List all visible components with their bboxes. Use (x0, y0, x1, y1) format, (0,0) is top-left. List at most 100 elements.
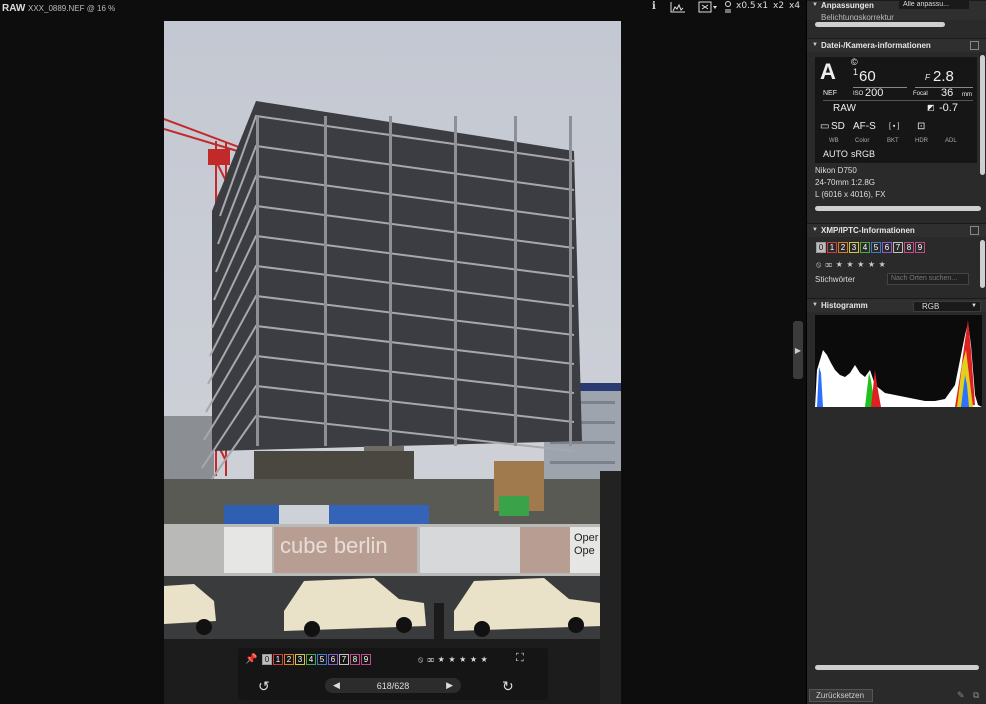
overlay-color-label-2[interactable]: 2 (284, 654, 294, 665)
panel-toggle-button[interactable]: ▶ (793, 321, 803, 379)
xmp-color-label-9[interactable]: 9 (915, 242, 925, 253)
bkt-icon: [ ▪ ] (889, 123, 900, 130)
zoom-4x-button[interactable]: x4 (789, 1, 800, 11)
xmp-color-label-1[interactable]: 1 (827, 242, 837, 253)
zoom-fit-button[interactable] (724, 1, 732, 16)
xmp-color-label-7[interactable]: 7 (893, 242, 903, 253)
aperture-prefix: F (925, 73, 930, 82)
overlay-color-label-0[interactable]: 0 (262, 654, 272, 665)
lens-model: 24-70mm 1:2.8G (815, 178, 876, 187)
file-format-label: RAW (2, 3, 26, 14)
crop-icon[interactable] (698, 1, 718, 16)
iso-label: ISO (853, 91, 864, 97)
edit-icon[interactable]: ✎ (957, 690, 965, 701)
xmp-color-label-2[interactable]: 2 (838, 242, 848, 253)
color-label-selector: 0123456789 (262, 654, 371, 665)
xmp-color-label-3[interactable]: 3 (849, 242, 859, 253)
xmp-color-label-4[interactable]: 4 (860, 242, 870, 253)
camera-model: Nikon D750 (815, 166, 857, 175)
histogram-channel-select[interactable]: RGB ▼ (913, 301, 981, 312)
file-type: NEF (823, 90, 837, 97)
xmp-color-labels: 0123456789 (816, 242, 925, 253)
media-icon: ▭ (820, 121, 830, 132)
adjustments-subtitle: Belichtungskorrektur (821, 13, 894, 20)
wb-label: WB (829, 138, 839, 144)
zoom-half-button[interactable]: x0.5 (736, 1, 756, 11)
section-menu-icon[interactable] (970, 226, 979, 235)
overlay-color-label-5[interactable]: 5 (317, 654, 327, 665)
zoom-1x-button[interactable]: x1 (757, 1, 768, 11)
info-icon[interactable]: i (652, 1, 656, 12)
adl-label: ADL (945, 138, 957, 144)
keywords-input[interactable]: Nach Orten suchen... (887, 273, 969, 285)
xmp-section-header[interactable]: ▼ XMP/IPTC-Informationen (807, 223, 986, 237)
focus-mode: AF-S (853, 121, 876, 132)
copy-icon[interactable]: ⧉ (973, 690, 979, 701)
section-menu-icon[interactable] (970, 41, 979, 50)
xmp-rating[interactable]: ⦸ ⌧ ★ ★ ★ ★ ★ (816, 260, 886, 270)
xmp-color-label-6[interactable]: 6 (882, 242, 892, 253)
histogram-display (815, 315, 982, 407)
camera-info-title: Datei-/Kamera-informationen (821, 41, 931, 50)
shutter-denominator: 60 (859, 68, 876, 85)
image-size: L (6016 x 4016), FX (815, 190, 886, 199)
rating-stars[interactable]: ⦸ ⌧ ★ ★ ★ ★ ★ (418, 655, 488, 665)
xmp-color-label-8[interactable]: 8 (904, 242, 914, 253)
image-quality: RAW (833, 103, 856, 114)
adjust-all-select[interactable]: Alle anpassu... (899, 1, 969, 9)
focal-unit: mm (962, 92, 972, 98)
overlay-color-label-1[interactable]: 1 (273, 654, 283, 665)
copyright-icon: © (851, 57, 858, 67)
color-space-value: sRGB (851, 149, 876, 159)
image-navigator: ◀ 618/628 ▶ (325, 678, 461, 693)
overlay-color-label-6[interactable]: 6 (328, 654, 338, 665)
iso-value: 200 (865, 87, 884, 99)
share-icon[interactable]: ⛶ (516, 652, 524, 665)
xmp-title: XMP/IPTC-Informationen (821, 226, 915, 235)
collapse-triangle-icon: ▼ (812, 42, 818, 48)
photo-preview[interactable]: cube berlin Oper Ope (164, 21, 621, 704)
wb-value: AUTO (823, 149, 848, 159)
adjustments-scrollbar[interactable] (815, 22, 945, 27)
xmp-color-label-5[interactable]: 5 (871, 242, 881, 253)
panel-scrollbar[interactable] (815, 665, 979, 670)
image-overlay-toolbar: 📌 0123456789 ⦸ ⌧ ★ ★ ★ ★ ★ ⛶ ↺ ◀ 618/628… (238, 648, 548, 700)
divider (823, 100, 973, 101)
previous-image-button[interactable]: ◀ (333, 680, 340, 691)
overlay-color-label-7[interactable]: 7 (339, 654, 349, 665)
histogram-icon[interactable] (670, 1, 686, 16)
media-value: SD (831, 121, 845, 132)
camera-info-section-header[interactable]: ▼ Datei-/Kamera-informationen (807, 38, 986, 52)
xmp-scrollbar[interactable] (980, 240, 985, 288)
rotate-right-icon[interactable]: ↻ (502, 678, 514, 695)
reset-button[interactable]: Zurücksetzen (809, 689, 873, 702)
viewer-toolbar: RAW XXX_0889.NEF @ 16 % i x0.5 x1 x2 x4 (0, 0, 806, 18)
adjustments-section-header[interactable]: ▼ Anpassungen Alle anpassu... Belichtung… (807, 0, 986, 20)
focal-label: Focal (913, 91, 928, 97)
focal-value: 36 (941, 87, 954, 99)
camera-info-scrollbar[interactable] (980, 55, 985, 175)
camera-info-hscrollbar[interactable] (815, 206, 981, 211)
next-image-button[interactable]: ▶ (446, 680, 453, 691)
image-viewer: cube berlin Oper Ope ▶ 📌 0 1 2 3 4 5 6 7… (0, 18, 806, 704)
collapse-triangle-icon: ▼ (812, 302, 818, 308)
xmp-color-label-0[interactable]: 0 (816, 242, 826, 253)
exposure-comp-icon: ◩ (927, 103, 935, 112)
zoom-2x-button[interactable]: x2 (773, 1, 784, 11)
overlay-color-label-8[interactable]: 8 (350, 654, 360, 665)
collapse-triangle-icon: ▼ (812, 2, 818, 8)
pin-icon[interactable]: 📌 (245, 654, 257, 665)
channel-label: RGB (922, 302, 940, 311)
overlay-color-label-9[interactable]: 9 (361, 654, 371, 665)
sign-text-3: Ope (574, 545, 595, 557)
image-counter: 618/628 (376, 680, 410, 691)
exposure-comp-value: -0.7 (939, 102, 958, 114)
metering-icon: ⊡ (917, 121, 926, 132)
overlay-color-label-4[interactable]: 4 (306, 654, 316, 665)
filename-label: XXX_0889.NEF @ 16 % (28, 4, 116, 13)
adjustments-title: Anpassungen (821, 1, 874, 10)
side-panel: ▼ Anpassungen Alle anpassu... Belichtung… (806, 0, 986, 704)
overlay-color-label-3[interactable]: 3 (295, 654, 305, 665)
chevron-right-icon: ▶ (794, 345, 802, 355)
rotate-left-icon[interactable]: ↺ (258, 678, 270, 695)
